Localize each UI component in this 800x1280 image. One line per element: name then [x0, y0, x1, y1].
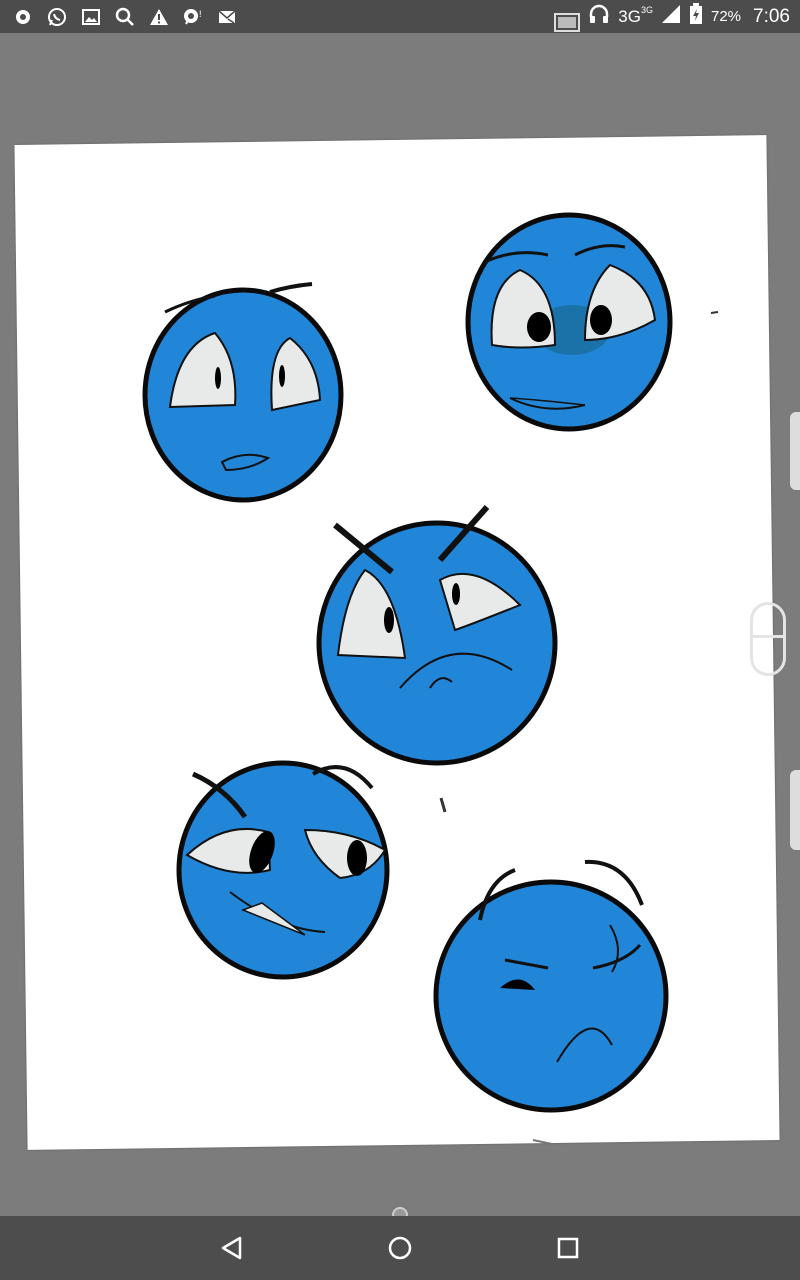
page-flip-handle[interactable] [750, 602, 786, 676]
search-icon [114, 6, 136, 28]
svg-text:!: ! [199, 9, 202, 19]
screenshot-icon [554, 11, 581, 38]
signal-icon [661, 4, 681, 29]
warning-icon [148, 6, 170, 28]
battery-percent: 72% [710, 8, 742, 25]
back-button[interactable] [216, 1232, 248, 1264]
home-button[interactable] [384, 1232, 416, 1264]
system-status: 3G3G 72% 7:06 [554, 0, 790, 33]
clock: 7:06 [753, 5, 790, 27]
back-icon [221, 1236, 242, 1260]
edge-panel-handle-bottom[interactable] [790, 770, 800, 850]
notification-icons: ! [12, 0, 238, 33]
recents-button[interactable] [552, 1232, 584, 1264]
battery-charging-icon [689, 3, 703, 30]
navigation-bar [0, 1216, 800, 1280]
chat-icon: ! [182, 6, 204, 28]
headset-icon [588, 3, 610, 30]
recents-icon [557, 1237, 579, 1259]
gallery-icon [80, 6, 102, 28]
record-icon [12, 6, 34, 28]
network-type-label: 3G3G [618, 4, 653, 26]
drawing-page[interactable] [14, 135, 780, 1150]
whatsapp-icon [46, 6, 68, 28]
mail-icon [216, 6, 238, 28]
edge-panel-handle-top[interactable] [790, 412, 800, 490]
home-icon [388, 1236, 412, 1260]
status-bar: ! 3G3G 72% 7:06 [0, 0, 800, 33]
